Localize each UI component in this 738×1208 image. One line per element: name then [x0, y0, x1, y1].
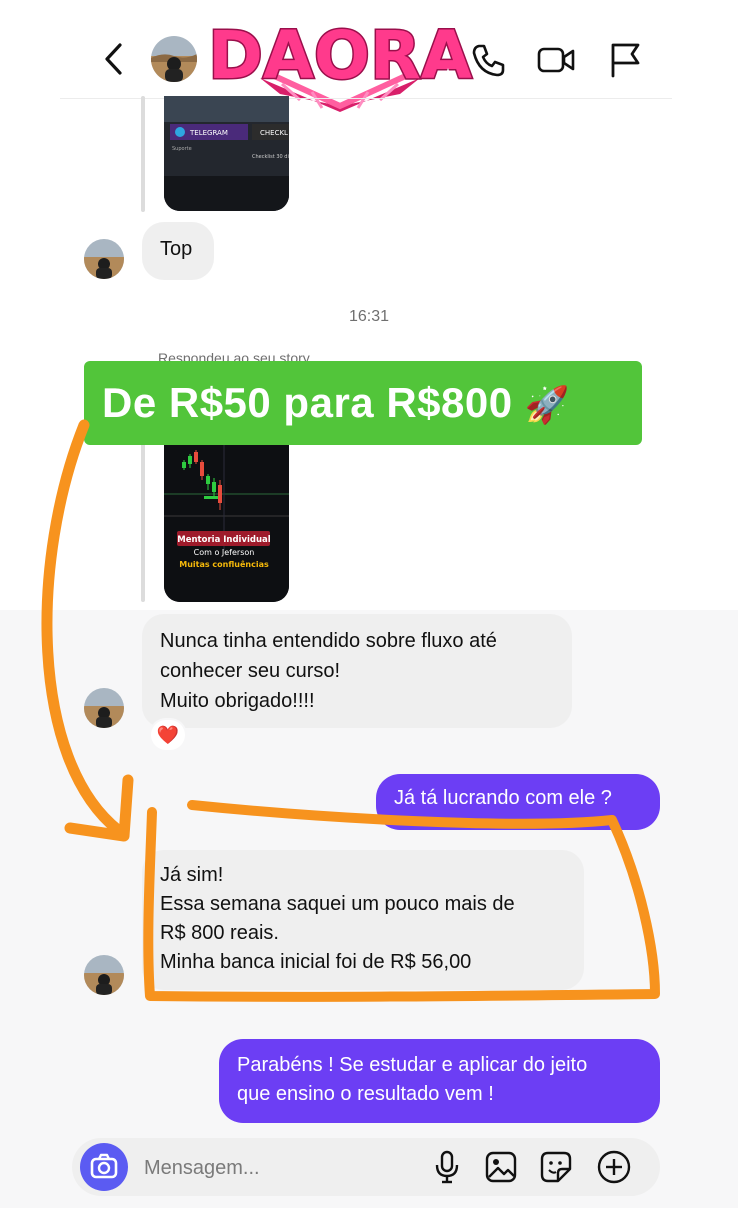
result-banner: De R$50 para R$800 🚀	[84, 361, 642, 445]
message-bubble-outgoing[interactable]: Já tá lucrando com ele ?	[376, 774, 660, 830]
message-text: conhecer seu curso!	[160, 660, 341, 682]
story-caption: Muitas confluências	[179, 559, 269, 569]
message-text: Muito obrigado!!!!	[160, 690, 315, 712]
rocket-icon: 🚀	[524, 384, 571, 425]
message-text: Essa semana saquei um pouco mais de	[160, 893, 515, 915]
video-icon[interactable]	[536, 42, 576, 78]
reply-indicator-line	[141, 96, 145, 212]
message-bubble-incoming[interactable]: Já sim! Essa semana saquei um pouco mais…	[142, 850, 584, 990]
message-text: Parabéns ! Se estudar e aplicar do jeito	[237, 1054, 588, 1076]
story-tag-telegram: TELEGRAM	[189, 129, 228, 137]
message-bubble-incoming[interactable]: Top	[142, 222, 214, 280]
flag-icon[interactable]	[608, 40, 642, 78]
camera-icon[interactable]	[80, 1143, 128, 1191]
story-title: Mentoria Individual	[177, 535, 271, 545]
message-bubble-incoming[interactable]: Nunca tinha entendido sobre fluxo até co…	[142, 614, 572, 728]
contact-avatar-small	[84, 688, 124, 728]
story-sub-right: Checklist 30 di	[252, 154, 289, 160]
plus-icon[interactable]	[596, 1149, 632, 1185]
timestamp: 16:31	[348, 308, 390, 325]
microphone-icon[interactable]	[432, 1149, 462, 1185]
gallery-icon[interactable]	[484, 1150, 518, 1184]
message-text: que ensino o resultado vem !	[237, 1083, 494, 1105]
contact-avatar[interactable]	[151, 36, 197, 82]
message-text: Já tá lucrando com ele ?	[394, 787, 612, 809]
message-text: Top	[160, 238, 193, 260]
story-sub-left: Suporte	[172, 146, 192, 152]
message-input[interactable]	[142, 1150, 426, 1186]
message-bubble-outgoing[interactable]: Parabéns ! Se estudar e aplicar do jeito…	[219, 1039, 660, 1123]
sticker-icon[interactable]	[539, 1150, 573, 1184]
message-text: Já sim!	[160, 864, 224, 886]
chevron-left-icon[interactable]	[100, 42, 130, 76]
story-tag-checklist: CHECKL	[260, 129, 288, 137]
contact-avatar-small	[84, 239, 124, 279]
story-preview[interactable]: TELEGRAM CHECKL Suporte Checklist 30 di	[164, 96, 289, 211]
story-preview-mentoria[interactable]: Mentoria Individual Com o Jeferson Muita…	[164, 430, 289, 602]
header-divider	[60, 98, 672, 99]
message-text: Minha banca inicial foi de R$ 56,00	[160, 951, 472, 973]
phone-icon[interactable]	[470, 42, 506, 78]
heart-reaction-icon[interactable]: ❤️	[151, 720, 185, 750]
message-text: Nunca tinha entendido sobre fluxo até	[160, 630, 497, 652]
reply-indicator-line	[141, 430, 145, 602]
banner-text: De R$50 para R$800	[102, 379, 513, 426]
message-text: R$ 800 reais.	[160, 922, 279, 944]
story-subtitle: Com o Jeferson	[194, 548, 255, 557]
daora-text: DAORA	[208, 17, 472, 94]
contact-avatar-small	[84, 955, 124, 995]
